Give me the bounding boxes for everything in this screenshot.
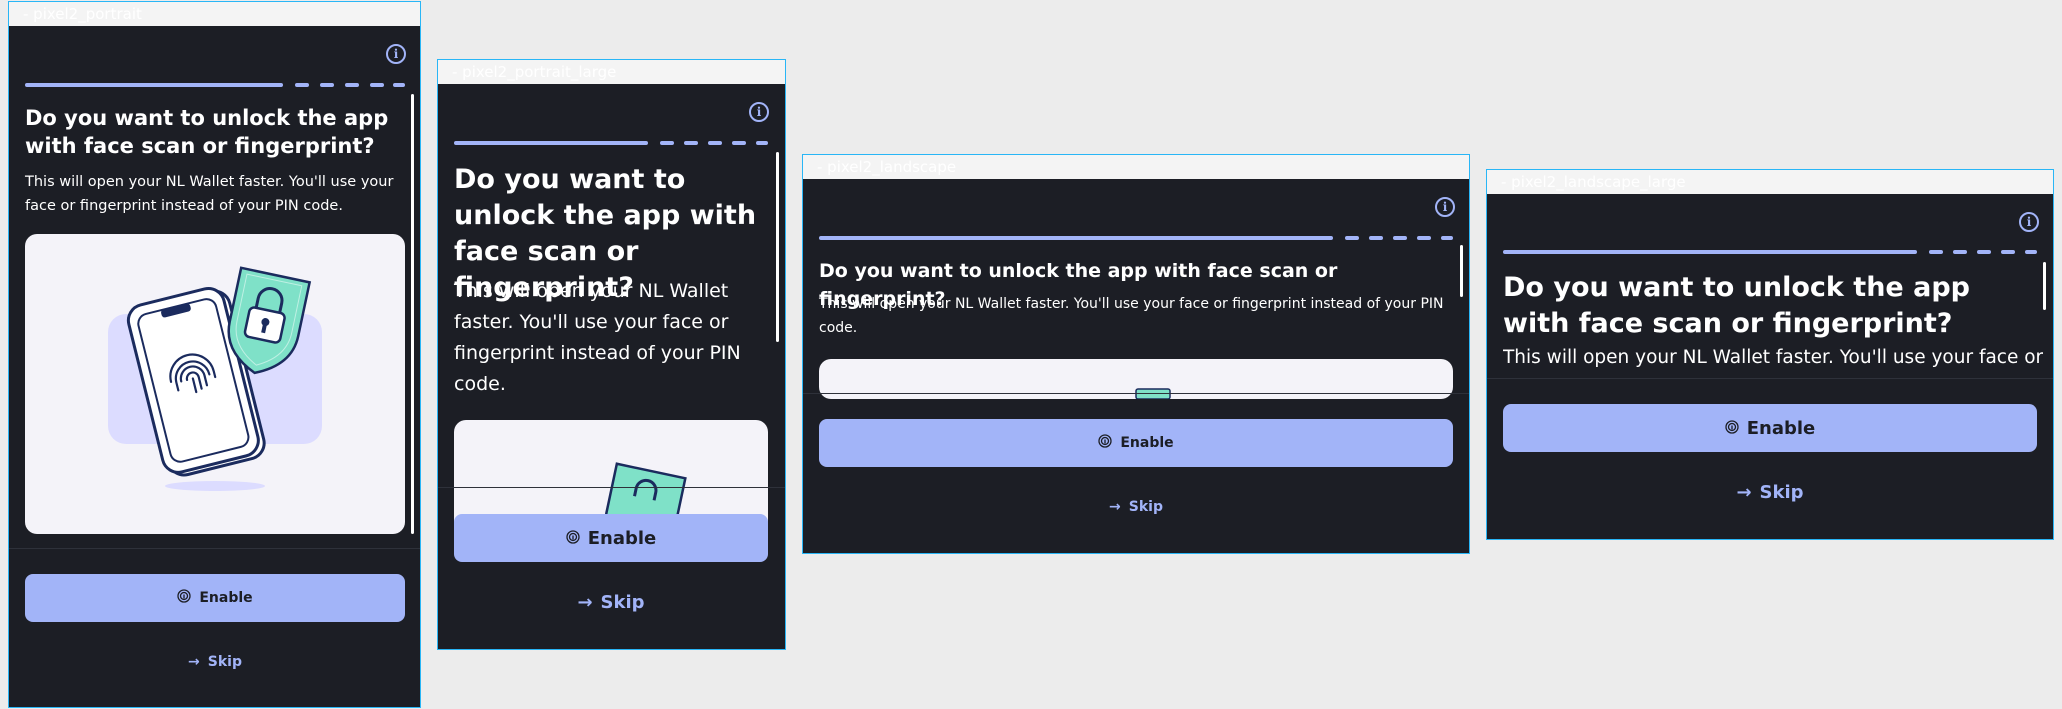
device-label: - pixel2_portrait_large [438,60,785,84]
arrow-right-icon: → [188,654,200,670]
skip-label: Skip [1759,481,1804,503]
divider [803,393,1469,394]
info-icon[interactable]: i [2019,212,2039,232]
page-description: This will open your NL Wallet faster. Yo… [454,280,741,395]
scrollbar[interactable] [411,94,414,534]
screen: i Do you want to unlock the app with fac… [803,179,1469,553]
fingerprint-icon [1098,434,1112,452]
page-title: Do you want to unlock the app with face … [1503,272,1971,339]
info-icon[interactable]: i [1435,197,1455,217]
biometrics-illustration [108,266,322,491]
enable-label: Enable [199,590,253,606]
screen: i Do you want to unlock the app with fac… [438,84,785,649]
progress-indicator [1503,250,2037,254]
page-description: This will open your NL Wallet faster. Yo… [819,296,1444,336]
screen: i Do you want to unlock the app with fac… [9,26,420,707]
skip-label: Skip [600,591,645,613]
arrow-right-icon: → [1736,481,1752,503]
device-label: - pixel2_landscape_large [1487,170,2053,194]
device-pixel2-portrait: - pixel2_portrait i Do you want to unloc… [8,1,421,708]
enable-label: Enable [587,527,657,549]
enable-button[interactable]: Enable [454,514,768,562]
illustration-card [25,234,405,534]
divider [438,487,785,488]
device-pixel2-landscape-large: - pixel2_landscape_large i Do you want t… [1486,169,2054,540]
screen: i Do you want to unlock the app with fac… [1487,194,2053,539]
device-label: - pixel2_landscape [803,155,1469,179]
page-description: This will open your NL Wallet faster. Yo… [1503,347,2043,368]
skip-button[interactable]: → Skip [454,578,768,626]
fingerprint-icon [177,589,191,607]
fingerprint-icon [1725,418,1739,439]
scrollbar[interactable] [776,152,779,342]
skip-label: Skip [1128,499,1163,515]
enable-button[interactable]: Enable [25,574,405,622]
arrow-right-icon: → [577,591,593,613]
info-icon[interactable]: i [749,102,769,122]
divider [9,548,420,549]
enable-button[interactable]: Enable [1503,404,2037,452]
page-description: This will open your NL Wallet faster. Yo… [25,174,394,214]
enable-label: Enable [1746,417,1816,439]
fingerprint-icon [566,528,580,549]
progress-indicator [25,83,405,87]
device-pixel2-portrait-large: - pixel2_portrait_large i Do you want to… [437,59,786,650]
info-icon[interactable]: i [386,44,406,64]
skip-button[interactable]: → Skip [819,483,1453,531]
arrow-right-icon: → [1109,499,1121,515]
progress-indicator [454,141,768,145]
page-title: Do you want to unlock the app with face … [25,106,389,158]
enable-button[interactable]: Enable [819,419,1453,467]
scrollbar[interactable] [2043,262,2046,310]
divider [1487,378,2053,379]
skip-button[interactable]: → Skip [25,638,405,686]
enable-label: Enable [1120,435,1174,451]
skip-button[interactable]: → Skip [1503,468,2037,516]
device-pixel2-landscape: - pixel2_landscape i Do you want to unlo… [802,154,1470,554]
device-label: - pixel2_portrait [9,2,420,26]
progress-indicator [819,236,1453,240]
scrollbar[interactable] [1460,245,1463,297]
skip-label: Skip [207,654,242,670]
